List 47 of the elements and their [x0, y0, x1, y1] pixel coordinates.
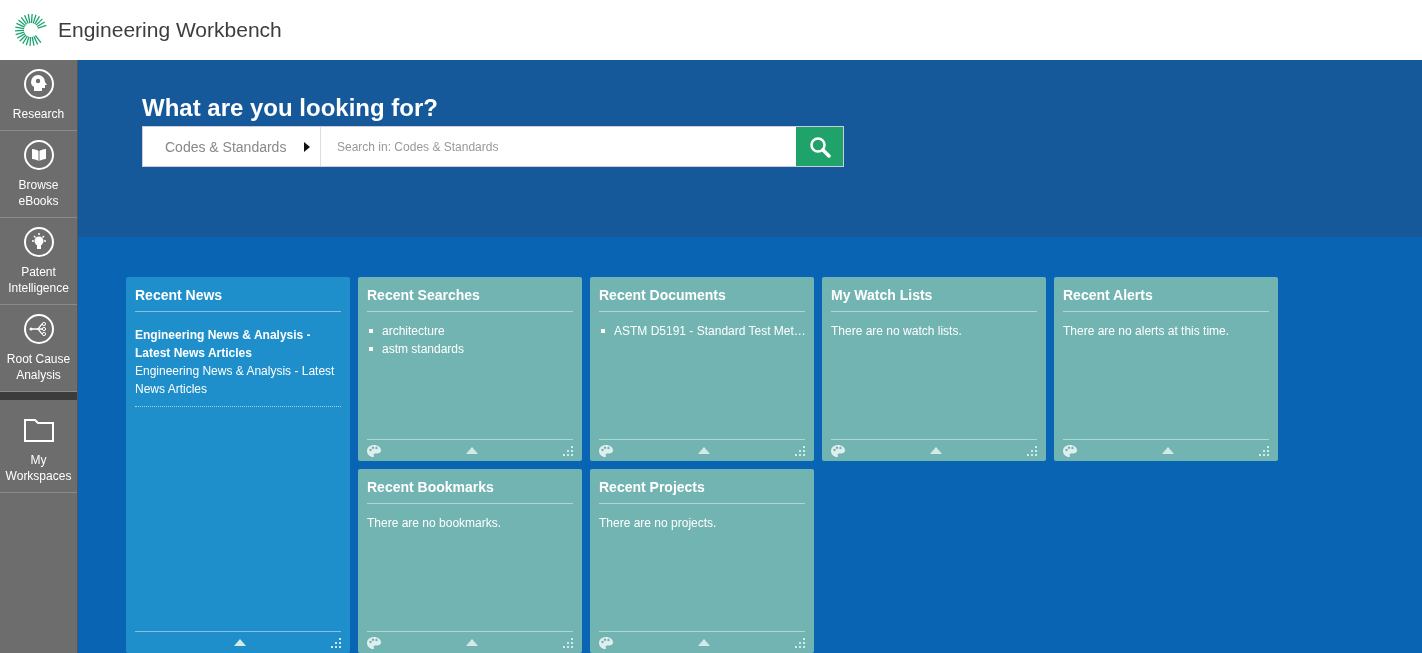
resize-handle-icon[interactable] — [1259, 445, 1269, 456]
collapse-icon[interactable] — [234, 639, 246, 646]
app-title: Engineering Workbench — [58, 18, 282, 42]
palette-icon[interactable] — [367, 444, 381, 457]
resize-handle-icon[interactable] — [563, 637, 573, 648]
logo-icon — [14, 13, 48, 47]
resize-handle-icon[interactable] — [1027, 445, 1037, 456]
book-icon — [22, 139, 55, 171]
sidebar-item[interactable]: Browse eBooks — [0, 131, 77, 218]
palette-icon[interactable] — [1063, 444, 1077, 457]
collapse-icon[interactable] — [930, 447, 942, 454]
sidebar-item[interactable]: Patent Intelligence — [0, 218, 77, 305]
bullet-icon — [601, 329, 605, 333]
sidebar-item[interactable]: Research — [0, 60, 77, 131]
widget-title: Recent Projects — [599, 477, 805, 504]
resize-handle-icon[interactable] — [795, 445, 805, 456]
empty-message: There are no projects. — [599, 515, 718, 532]
palette-icon[interactable] — [367, 636, 381, 649]
palette-icon[interactable] — [831, 444, 845, 457]
widget-title: Recent Alerts — [1063, 285, 1269, 312]
widget-title: Recent Bookmarks — [367, 477, 573, 504]
branch-icon — [22, 313, 55, 345]
widget-title: My Watch Lists — [831, 285, 1037, 312]
news-summary: Engineering News & Analysis - Latest News Articles — [135, 363, 336, 398]
lightbulb-icon — [22, 226, 55, 258]
bullet-icon — [369, 347, 373, 351]
collapse-icon[interactable] — [1162, 447, 1174, 454]
widget-title: Recent Documents — [599, 285, 805, 312]
widget-title: Recent Searches — [367, 285, 573, 312]
collapse-icon[interactable] — [466, 639, 478, 646]
empty-message: There are no bookmarks. — [367, 515, 503, 532]
news-headline[interactable]: Engineering News & Analysis - Latest News Articles — [135, 326, 341, 362]
empty-message: There are no watch lists. — [831, 323, 963, 340]
search-heading: What are you looking for? — [142, 94, 439, 122]
resize-handle-icon[interactable] — [563, 445, 573, 456]
resize-handle-icon[interactable] — [795, 637, 805, 648]
sidebar-item[interactable]: My Workspaces — [0, 400, 77, 493]
bullet-icon — [369, 329, 373, 333]
collapse-icon[interactable] — [466, 447, 478, 454]
palette-icon[interactable] — [599, 444, 613, 457]
widget-title: Recent News — [135, 285, 341, 312]
palette-icon[interactable] — [599, 636, 613, 649]
collapse-icon[interactable] — [698, 447, 710, 454]
collapse-icon[interactable] — [698, 639, 710, 646]
empty-message: There are no alerts at this time. — [1063, 323, 1231, 340]
head-icon — [22, 68, 55, 100]
resize-handle-icon[interactable] — [331, 637, 341, 648]
